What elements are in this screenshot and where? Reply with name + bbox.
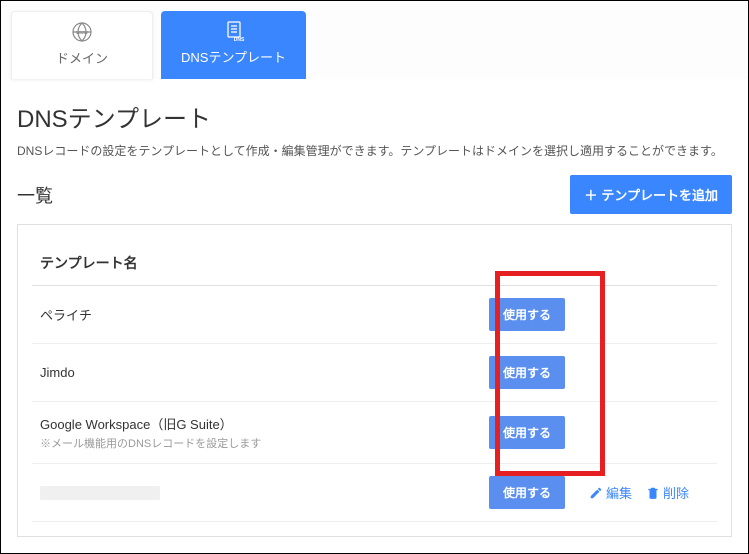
globe-icon: www	[70, 20, 94, 44]
tab-domain[interactable]: www ドメイン	[11, 11, 153, 79]
add-template-label: テンプレートを追加	[601, 188, 718, 203]
tab-dns-templates[interactable]: DNS DNSテンプレート	[161, 11, 306, 79]
template-name: ペライチ	[40, 305, 477, 324]
template-name-redacted	[40, 486, 160, 500]
dns-file-icon: DNS	[222, 19, 246, 43]
use-button[interactable]: 使用する	[489, 356, 565, 389]
use-button[interactable]: 使用する	[489, 476, 565, 509]
list-header: 一覧 ＋ テンプレートを追加	[1, 175, 748, 224]
use-button[interactable]: 使用する	[489, 416, 565, 449]
edit-label: 編集	[606, 483, 632, 502]
templates-table: テンプレート名 ペライチ 使用する Jimdo 使用する Google Work…	[17, 224, 732, 537]
tabs: www ドメイン DNS DNSテンプレート	[1, 1, 748, 79]
add-template-button[interactable]: ＋ テンプレートを追加	[570, 175, 732, 214]
edit-link[interactable]: 編集	[589, 483, 632, 502]
trash-icon	[646, 486, 660, 500]
delete-label: 削除	[663, 483, 689, 502]
table-row: ペライチ 使用する	[32, 286, 717, 344]
svg-text:www: www	[75, 30, 88, 36]
column-header-name: テンプレート名	[32, 239, 717, 286]
delete-link[interactable]: 削除	[646, 483, 689, 502]
svg-text:DNS: DNS	[233, 37, 244, 43]
pencil-icon	[589, 486, 603, 500]
plus-icon: ＋	[584, 188, 597, 203]
template-name: Jimdo	[40, 365, 477, 380]
section-heading: 一覧	[17, 182, 53, 208]
template-subnote: ※メール機能用のDNSレコードを設定します	[40, 435, 477, 451]
table-row: 使用する 編集 削除	[32, 464, 717, 522]
page-header: DNSテンプレート DNSレコードの設定をテンプレートとして作成・編集管理ができ…	[1, 79, 748, 159]
tab-dns-label: DNSテンプレート	[181, 50, 286, 65]
tab-domain-label: ドメイン	[56, 51, 108, 66]
table-row: Google Workspace（旧G Suite） ※メール機能用のDNSレコ…	[32, 402, 717, 464]
page-description: DNSレコードの設定をテンプレートとして作成・編集管理ができます。テンプレートは…	[17, 142, 732, 159]
use-button[interactable]: 使用する	[489, 298, 565, 331]
template-name: Google Workspace（旧G Suite）	[40, 414, 477, 433]
page-title: DNSテンプレート	[17, 99, 732, 134]
table-row: Jimdo 使用する	[32, 344, 717, 402]
